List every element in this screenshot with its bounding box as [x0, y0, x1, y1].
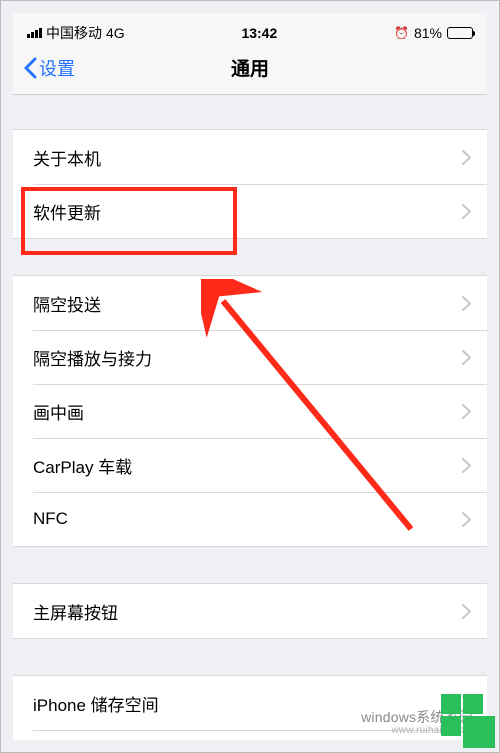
- back-button[interactable]: 设置: [23, 55, 75, 81]
- row-label: iPhone 储存空间: [33, 691, 159, 716]
- chevron-right-icon: [462, 604, 471, 619]
- chevron-right-icon: [462, 204, 471, 219]
- chevron-right-icon: [462, 296, 471, 311]
- row-software-update[interactable]: 软件更新: [13, 184, 487, 238]
- chevron-right-icon: [462, 150, 471, 165]
- row-label: NFC: [33, 509, 68, 529]
- row-label: 关于本机: [33, 145, 101, 170]
- settings-list: 关于本机 软件更新 隔空投送 隔空播放与接力: [13, 95, 487, 740]
- row-label: 隔空投送: [33, 291, 101, 316]
- chevron-right-icon: [462, 512, 471, 527]
- row-label: CarPlay 车载: [33, 453, 132, 478]
- row-airdrop[interactable]: 隔空投送: [13, 276, 487, 330]
- chevron-left-icon: [23, 57, 37, 79]
- battery-icon: [447, 27, 473, 39]
- row-airplay-handoff[interactable]: 隔空播放与接力: [13, 330, 487, 384]
- back-label: 设置: [39, 55, 75, 81]
- chevron-right-icon: [462, 458, 471, 473]
- row-home-button[interactable]: 主屏幕按钮: [13, 584, 487, 638]
- battery-percent: 81%: [414, 25, 442, 41]
- carrier-label: 中国移动: [46, 23, 102, 43]
- row-label: 主屏幕按钮: [33, 599, 118, 624]
- row-pip[interactable]: 画中画: [13, 384, 487, 438]
- network-label: 4G: [106, 25, 125, 41]
- row-label: 画中画: [33, 399, 84, 424]
- phone-screen: 中国移动 4G 13:42 ⏰ 81% 设置 通用: [13, 13, 487, 740]
- row-nfc[interactable]: NFC: [13, 492, 487, 546]
- group-1: 隔空投送 隔空播放与接力 画中画 CarPlay 车载 NFC: [13, 275, 487, 547]
- group-0: 关于本机 软件更新: [13, 129, 487, 239]
- row-carplay[interactable]: CarPlay 车载: [13, 438, 487, 492]
- clock: 13:42: [241, 25, 277, 41]
- nav-bar: 设置 通用: [13, 41, 487, 95]
- row-label: 软件更新: [33, 199, 101, 224]
- row-label: 隔空播放与接力: [33, 345, 152, 370]
- status-right: ⏰ 81%: [394, 25, 473, 41]
- page-title: 通用: [13, 54, 487, 81]
- group-2: 主屏幕按钮: [13, 583, 487, 639]
- watermark-logo-icon: [441, 694, 495, 748]
- chevron-right-icon: [462, 350, 471, 365]
- signal-icon: [27, 28, 42, 38]
- status-bar: 中国移动 4G 13:42 ⏰ 81%: [13, 13, 487, 41]
- chevron-right-icon: [462, 404, 471, 419]
- alarm-icon: ⏰: [394, 26, 409, 40]
- status-left: 中国移动 4G: [27, 23, 125, 43]
- row-about[interactable]: 关于本机: [13, 130, 487, 184]
- screenshot-frame: 中国移动 4G 13:42 ⏰ 81% 设置 通用: [0, 0, 500, 753]
